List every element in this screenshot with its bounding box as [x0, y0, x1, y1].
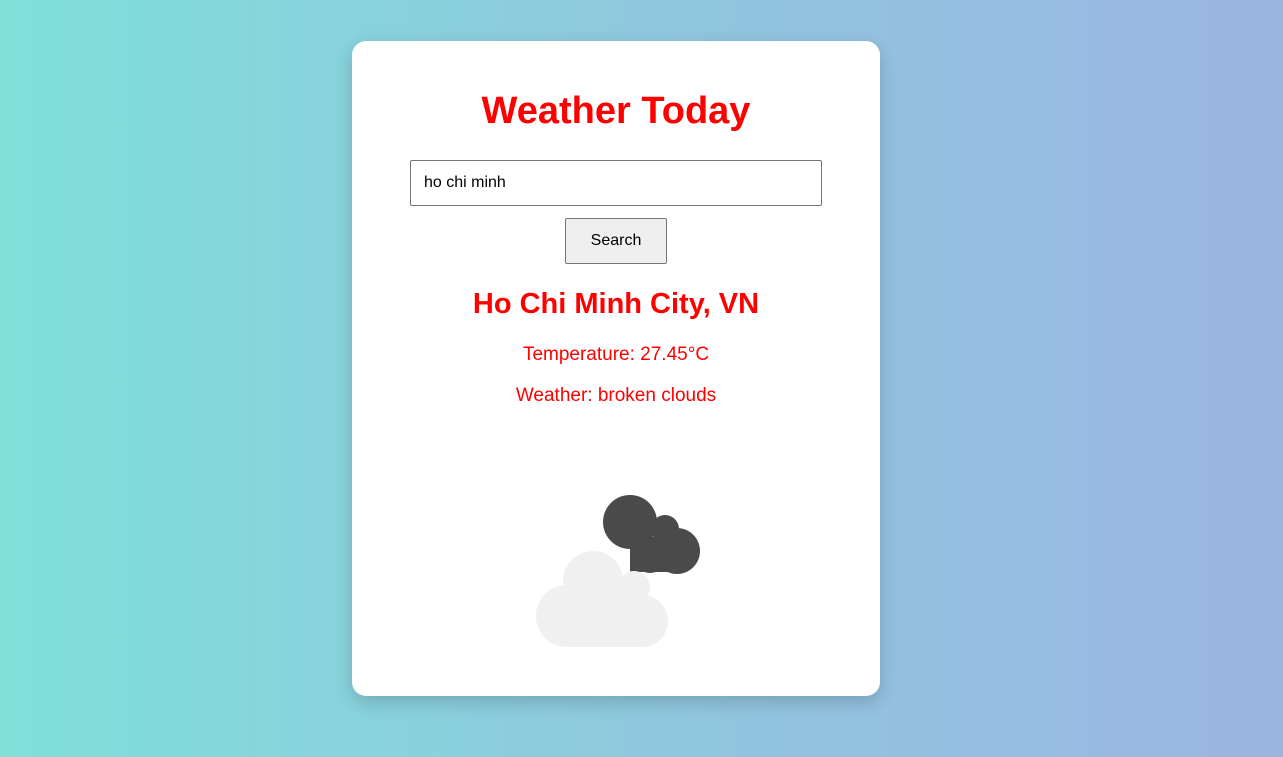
search-button[interactable]: Search — [565, 218, 667, 264]
dark-cloud-shape — [603, 495, 700, 574]
weather-description: Weather: broken clouds — [515, 385, 717, 406]
weather-card: Weather Today Search Ho Chi Minh City, V… — [352, 41, 880, 696]
temperature-text: Temperature: 27.45°C — [522, 344, 710, 365]
page-title: Weather Today — [481, 90, 751, 132]
broken-clouds-icon — [536, 495, 700, 647]
city-search-input[interactable] — [410, 160, 822, 206]
location-name: Ho Chi Minh City, VN — [472, 288, 760, 320]
